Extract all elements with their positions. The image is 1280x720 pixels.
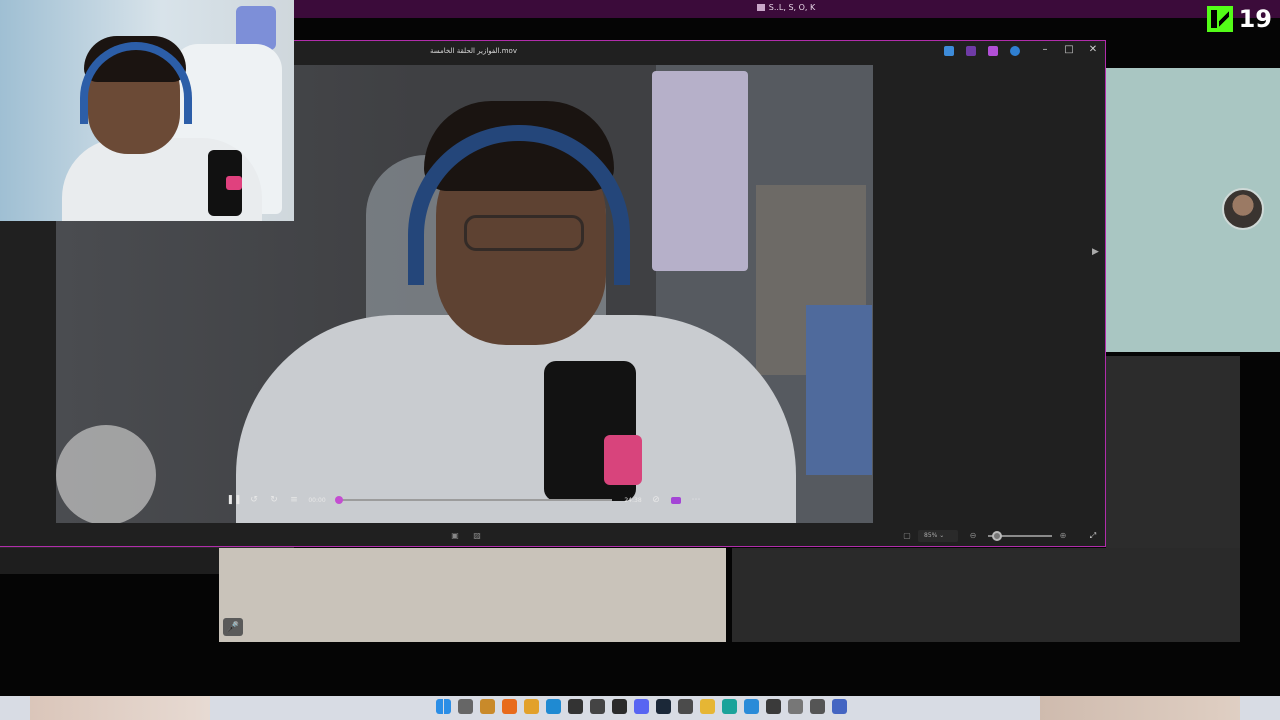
- cast-icon[interactable]: [666, 490, 686, 510]
- taskbar-apps: [436, 699, 847, 714]
- zoom-level: 85%: [924, 532, 938, 539]
- player-status-bar: ▣ ▨ ▢ 85% ⌄ ⊖ ⊕ ⤢: [0, 525, 1105, 547]
- app-title-bar: S..L, S, O, K: [292, 0, 1280, 18]
- rewind-10-icon[interactable]: ↺: [244, 490, 264, 510]
- chapters-icon[interactable]: ≡: [284, 490, 304, 510]
- avast-icon[interactable]: [502, 699, 517, 714]
- vscode-icon[interactable]: [546, 699, 561, 714]
- notepad-icon[interactable]: [744, 699, 759, 714]
- seek-bar[interactable]: [335, 496, 612, 504]
- app-icon[interactable]: [678, 699, 693, 714]
- maximize-button[interactable]: □: [1062, 44, 1076, 55]
- obs-icon[interactable]: [590, 699, 605, 714]
- subtitles-off-icon[interactable]: ⊘: [646, 490, 666, 510]
- terminal-icon[interactable]: [766, 699, 781, 714]
- fit-icon[interactable]: ▢: [902, 531, 912, 541]
- close-button[interactable]: ✕: [1086, 44, 1100, 55]
- onedrive-icon[interactable]: [1010, 46, 1020, 56]
- titlebar-tools: [944, 46, 1020, 56]
- zoom-level-select[interactable]: 85% ⌄: [918, 530, 958, 542]
- total-time: 24:38: [624, 496, 642, 504]
- explorer-icon[interactable]: [700, 699, 715, 714]
- participant-tile-light: [219, 548, 726, 642]
- edge-icon[interactable]: [722, 699, 737, 714]
- viewer-count: 19: [1238, 5, 1272, 33]
- playback-controls: ❚❚ ↺ ↻ ≡ 00:00 24:38 ⊘ ⋯: [224, 488, 708, 512]
- edit-icon[interactable]: [944, 46, 954, 56]
- taskbar: [0, 696, 1280, 720]
- clipchamp-icon[interactable]: [988, 46, 998, 56]
- mic-off-icon[interactable]: 🎤: [223, 618, 243, 636]
- zoom-thumb[interactable]: [992, 531, 1003, 541]
- more-icon[interactable]: ⋯: [686, 490, 706, 510]
- crop-icon[interactable]: ▨: [472, 531, 482, 541]
- media-player-icon[interactable]: [832, 699, 847, 714]
- steam-icon[interactable]: [656, 699, 671, 714]
- terminal-icon[interactable]: [568, 699, 583, 714]
- fullscreen-icon[interactable]: ⤢: [1088, 531, 1098, 541]
- kick-logo-icon: [1206, 6, 1233, 32]
- zoom-slider[interactable]: [988, 531, 1052, 541]
- search-icon[interactable]: [458, 699, 473, 714]
- settings-icon[interactable]: [788, 699, 803, 714]
- forward-30-icon[interactable]: ↻: [264, 490, 284, 510]
- desktop: S..L, S, O, K 19 🎤 الفوازير الحلقة الخام…: [0, 0, 1280, 720]
- seek-thumb[interactable]: [335, 496, 343, 504]
- windows-start-icon[interactable]: [436, 699, 451, 714]
- discord-icon[interactable]: [634, 699, 649, 714]
- current-time: 00:00: [308, 496, 326, 504]
- player-title: الفوازير الحلقة الخامسة.mov: [430, 47, 517, 55]
- file-manager-icon[interactable]: [480, 699, 495, 714]
- app-title: S..L, S, O, K: [292, 3, 1280, 12]
- zoom-in-icon[interactable]: ⊕: [1058, 531, 1068, 541]
- app-icon: [756, 4, 765, 11]
- minimize-button[interactable]: –: [1038, 44, 1052, 55]
- app-icon[interactable]: [966, 46, 976, 56]
- app-icon[interactable]: [810, 699, 825, 714]
- webcam-overlay: [0, 0, 294, 221]
- avatar[interactable]: [1222, 188, 1264, 230]
- app-title-text: S..L, S, O, K: [768, 3, 816, 12]
- viewer-counter: 19: [1206, 4, 1272, 34]
- pause-icon[interactable]: ❚❚: [224, 490, 244, 510]
- app-icon[interactable]: [612, 699, 627, 714]
- zoom-out-icon[interactable]: ⊖: [968, 531, 978, 541]
- snapshot-icon[interactable]: ▣: [450, 531, 460, 541]
- participant-tile-empty: [732, 548, 1240, 642]
- next-arrow-icon[interactable]: ▶: [1092, 247, 1099, 257]
- app-icon[interactable]: [524, 699, 539, 714]
